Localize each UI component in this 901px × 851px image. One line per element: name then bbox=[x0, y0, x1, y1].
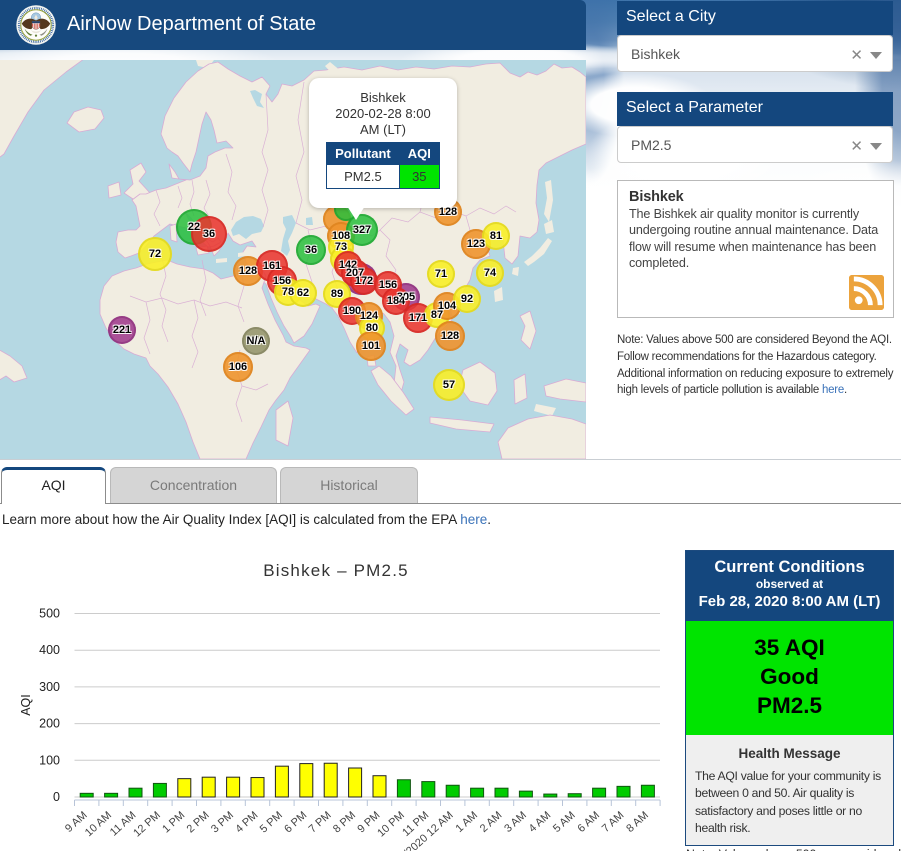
svg-text:3 PM: 3 PM bbox=[209, 809, 236, 835]
svg-text:2 AM: 2 AM bbox=[478, 809, 505, 835]
svg-text:Bishkek – PM2.5: Bishkek – PM2.5 bbox=[263, 561, 409, 580]
svg-text:8 PM: 8 PM bbox=[331, 809, 358, 835]
svg-text:200: 200 bbox=[39, 717, 60, 731]
svg-text:1 AM: 1 AM bbox=[453, 809, 480, 835]
svg-text:AQI: AQI bbox=[19, 694, 33, 716]
svg-text:500: 500 bbox=[39, 607, 60, 621]
svg-text:300: 300 bbox=[39, 680, 60, 694]
svg-text:2 PM: 2 PM bbox=[185, 809, 212, 835]
svg-text:4 AM: 4 AM bbox=[527, 809, 554, 835]
svg-text:7 PM: 7 PM bbox=[307, 809, 334, 835]
svg-text:0: 0 bbox=[53, 790, 60, 804]
svg-text:6 PM: 6 PM bbox=[282, 809, 309, 835]
svg-text:5 PM: 5 PM bbox=[258, 809, 285, 835]
svg-text:400: 400 bbox=[39, 643, 60, 657]
svg-text:1 PM: 1 PM bbox=[160, 809, 187, 835]
svg-text:8 AM: 8 AM bbox=[624, 809, 651, 835]
svg-text:100: 100 bbox=[39, 753, 60, 767]
svg-text:6 AM: 6 AM bbox=[575, 809, 602, 835]
svg-text:12 PM: 12 PM bbox=[131, 809, 163, 839]
svg-text:4 PM: 4 PM bbox=[233, 809, 260, 835]
svg-text:7 AM: 7 AM bbox=[600, 809, 627, 835]
svg-text:10 PM: 10 PM bbox=[375, 809, 407, 839]
svg-text:3 AM: 3 AM bbox=[502, 809, 529, 835]
svg-text:5 AM: 5 AM bbox=[551, 809, 578, 835]
svg-text:10 AM: 10 AM bbox=[83, 809, 114, 839]
